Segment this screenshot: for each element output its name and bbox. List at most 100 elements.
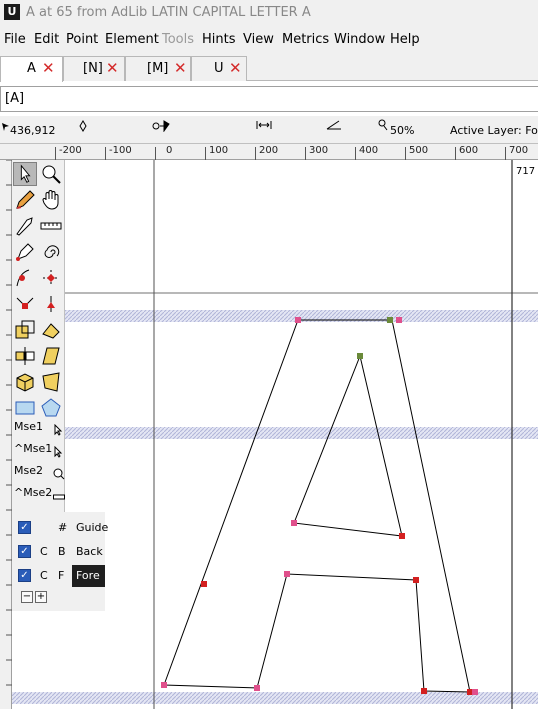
on-curve-point[interactable] — [284, 571, 290, 577]
polygon-icon — [41, 398, 61, 417]
spiro-tool[interactable] — [39, 240, 63, 264]
freehand-tool[interactable] — [13, 188, 37, 212]
glyph-canvas[interactable]: 717 — [12, 160, 538, 709]
curve-point-tool[interactable] — [13, 266, 37, 290]
tab-label: [N] — [83, 61, 103, 76]
ruler-tick — [355, 147, 356, 160]
layer-name[interactable]: Fore — [72, 565, 105, 587]
pointer-tool[interactable] — [13, 162, 37, 186]
layer-name[interactable]: Guide — [72, 517, 108, 539]
menu-metrics[interactable]: Metrics — [282, 32, 329, 47]
menu-window[interactable]: Window — [334, 32, 385, 47]
ruler-label: 500 — [409, 145, 429, 156]
rectangle-icon — [15, 401, 35, 415]
ruler-icon — [40, 222, 62, 230]
layer-row-fore[interactable]: ✓ C F Fore — [12, 565, 105, 587]
3d-rotate-tool[interactable] — [13, 370, 37, 394]
corner-point-icon — [16, 297, 34, 309]
rotate-tool[interactable] — [39, 318, 63, 342]
menu-help[interactable]: Help — [390, 32, 420, 47]
close-icon[interactable]: ✕ — [106, 60, 119, 76]
menu-element[interactable]: Element — [105, 32, 159, 47]
checkmark-icon[interactable]: ✓ — [18, 545, 31, 558]
inner-contour[interactable] — [293, 354, 403, 537]
info-bar: 436,912 50% Active Layer: Fore — [0, 116, 538, 144]
knife-tool[interactable] — [13, 214, 37, 238]
ruler-tick — [305, 147, 306, 160]
ctrl-mouse2-ruler-icon — [53, 491, 65, 504]
add-layer-button[interactable]: + — [35, 591, 47, 603]
tab-a[interactable]: A ✕ — [0, 56, 63, 82]
checkmark-icon[interactable]: ✓ — [18, 569, 31, 582]
vertical-ruler — [0, 159, 12, 709]
pen-nib-icon — [16, 217, 33, 236]
on-curve-point[interactable] — [291, 520, 297, 526]
perspective-icon — [42, 372, 60, 392]
pointer-icon — [20, 164, 31, 183]
app-icon: U — [4, 4, 20, 20]
tab-n[interactable]: [N] ✕ — [63, 56, 125, 81]
hv-curve-tool[interactable] — [39, 266, 63, 290]
layer-col1: C — [40, 545, 48, 558]
corner-point[interactable] — [201, 581, 207, 587]
hand-icon — [42, 190, 59, 210]
rectangle-tool[interactable] — [13, 396, 37, 420]
zoom-icon — [378, 119, 388, 134]
magnify-tool[interactable] — [39, 162, 63, 186]
flip-icon — [15, 347, 35, 365]
scale-tool[interactable] — [13, 318, 37, 342]
menu-view[interactable]: View — [243, 32, 274, 47]
polygon-tool[interactable] — [39, 396, 63, 420]
selected-point[interactable] — [387, 317, 393, 323]
corner-point-tool[interactable] — [13, 292, 37, 316]
advance-width-label: 717 — [516, 166, 535, 177]
window-title: A at 65 from AdLib LATIN CAPITAL LETTER … — [26, 5, 311, 20]
pen-tool[interactable] — [13, 240, 37, 264]
on-curve-point[interactable] — [295, 317, 301, 323]
ruler-tool[interactable] — [39, 214, 63, 238]
pen-icon — [16, 243, 34, 261]
distance-icon — [256, 120, 272, 133]
corner-point[interactable] — [421, 688, 427, 694]
on-curve-point[interactable] — [472, 689, 478, 695]
scroll-tool[interactable] — [39, 188, 63, 212]
coords-readout: 436,912 — [10, 124, 56, 137]
flip-tool[interactable] — [13, 344, 37, 368]
on-curve-point[interactable] — [396, 317, 402, 323]
tab-u[interactable]: U ✕ — [191, 56, 247, 81]
close-icon[interactable]: ✕ — [42, 60, 55, 76]
menu-tools[interactable]: Tools — [162, 32, 194, 47]
selected-point[interactable] — [357, 353, 363, 359]
skew-tool[interactable] — [39, 344, 63, 368]
layer-col1: C — [40, 569, 48, 582]
horizontal-ruler: -200 -100 0 100 200 300 400 500 600 700 — [0, 144, 538, 160]
layer-row-guide[interactable]: ✓ # Guide — [12, 517, 108, 539]
menu-point[interactable]: Point — [66, 32, 98, 47]
menu-hints[interactable]: Hints — [202, 32, 236, 47]
cursor-icon — [2, 121, 10, 134]
ruler-label: -100 — [109, 145, 132, 156]
corner-point[interactable] — [399, 533, 405, 539]
tangent-point-tool[interactable] — [39, 292, 63, 316]
corner-point[interactable] — [413, 577, 419, 583]
mouse2-magnify-icon — [53, 468, 65, 483]
outer-contour[interactable] — [163, 319, 471, 693]
glyph-text-field[interactable]: [A] — [0, 86, 538, 112]
menu-edit[interactable]: Edit — [34, 32, 59, 47]
layer-row-back[interactable]: ✓ C B Back — [12, 541, 105, 563]
menu-file[interactable]: File — [4, 32, 26, 47]
close-icon[interactable]: ✕ — [229, 60, 242, 76]
remove-layer-button[interactable]: − — [21, 591, 33, 603]
on-curve-point[interactable] — [254, 685, 260, 691]
perspective-tool[interactable] — [39, 370, 63, 394]
curve-point-icon — [16, 269, 30, 287]
close-icon[interactable]: ✕ — [174, 60, 187, 76]
glyph-canvas-svg[interactable]: 717 — [12, 160, 538, 709]
ruler-tick — [55, 147, 56, 160]
checkmark-icon[interactable]: ✓ — [18, 521, 31, 534]
hv-curve-icon — [43, 270, 59, 286]
on-curve-point[interactable] — [161, 682, 167, 688]
layers-panel: ✓ # Guide ✓ C B Back ✓ C F Fore − + — [12, 512, 108, 611]
layer-name[interactable]: Back — [72, 541, 105, 563]
tab-m[interactable]: [M] ✕ — [125, 56, 191, 81]
